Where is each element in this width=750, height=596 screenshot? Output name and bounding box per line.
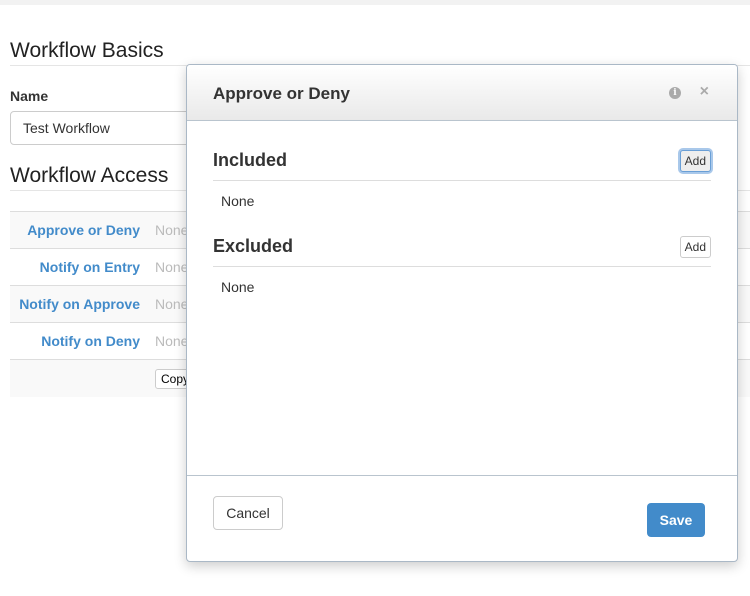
modal-title: Approve or Deny bbox=[213, 84, 350, 103]
row-value: None bbox=[155, 222, 189, 238]
notify-on-deny-link[interactable]: Notify on Deny bbox=[10, 333, 140, 349]
close-icon[interactable]: × bbox=[700, 83, 709, 101]
workflow-access-heading: Workflow Access bbox=[10, 164, 169, 187]
add-included-button[interactable]: Add bbox=[679, 150, 711, 172]
row-value: None bbox=[155, 259, 189, 275]
cancel-button[interactable]: Cancel bbox=[213, 496, 283, 530]
add-excluded-button[interactable]: Add bbox=[679, 236, 711, 258]
name-label: Name bbox=[10, 88, 49, 104]
included-title: Included bbox=[213, 150, 288, 170]
row-value: None bbox=[155, 333, 189, 349]
notify-on-approve-link[interactable]: Notify on Approve bbox=[10, 296, 140, 312]
included-value: None bbox=[221, 193, 255, 209]
excluded-section: Excluded Add None bbox=[213, 236, 711, 295]
info-icon[interactable]: i bbox=[669, 87, 681, 99]
approve-or-deny-link[interactable]: Approve or Deny bbox=[10, 222, 140, 238]
modal-header: Approve or Deny i × bbox=[187, 65, 737, 121]
approve-or-deny-modal: Approve or Deny i × Included Add None Ex… bbox=[186, 64, 738, 562]
top-bar bbox=[0, 0, 750, 5]
divider bbox=[213, 266, 711, 267]
workflow-basics-heading: Workflow Basics bbox=[10, 39, 164, 62]
save-button[interactable]: Save bbox=[647, 503, 705, 537]
excluded-value: None bbox=[221, 279, 255, 295]
included-section: Included Add None bbox=[213, 150, 711, 209]
divider bbox=[213, 180, 711, 181]
row-value: None bbox=[155, 296, 189, 312]
excluded-title: Excluded bbox=[213, 236, 294, 256]
notify-on-entry-link[interactable]: Notify on Entry bbox=[10, 259, 140, 275]
modal-footer: Cancel Save bbox=[187, 475, 737, 561]
